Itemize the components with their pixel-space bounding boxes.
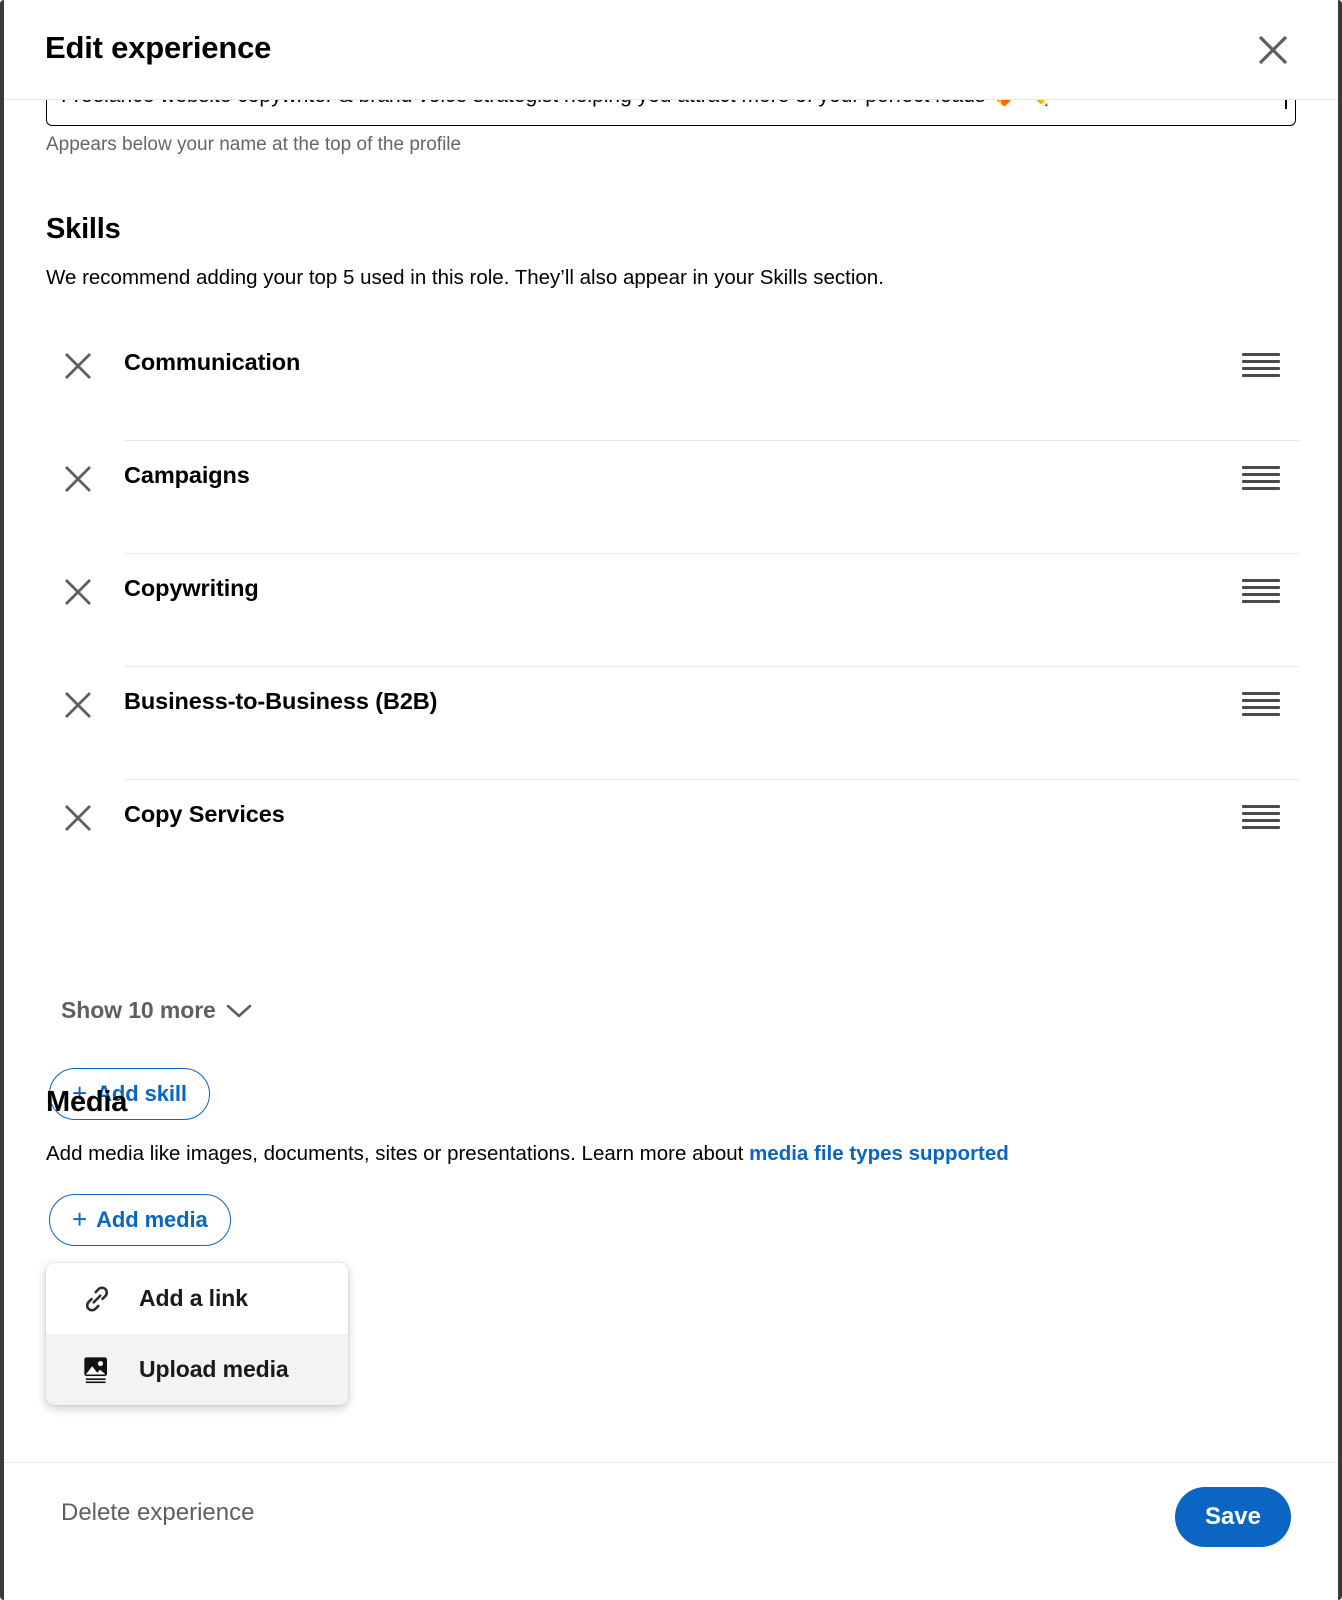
- modal-footer: Delete experience Save: [4, 1462, 1338, 1600]
- remove-skill-button[interactable]: [62, 689, 94, 721]
- table-row: Campaigns: [4, 441, 1338, 554]
- headline-helper-text: Appears below your name at the top of th…: [46, 134, 462, 155]
- close-icon: [65, 692, 91, 718]
- modal-header: Edit experience: [4, 0, 1338, 100]
- drag-handle-icon[interactable]: [1242, 804, 1280, 830]
- link-icon: [80, 1282, 114, 1316]
- headline-input-value: Freelance website copywriter & brand voi…: [61, 100, 1291, 110]
- show-more-skills-button[interactable]: Show 10 more: [61, 997, 252, 1024]
- skills-section-description: We recommend adding your top 5 used in t…: [46, 266, 884, 289]
- remove-skill-button[interactable]: [62, 802, 94, 834]
- table-row: Copy Services: [4, 780, 1338, 893]
- image-icon: [80, 1353, 114, 1387]
- add-media-menu: Add a link Upload media: [46, 1263, 348, 1405]
- modal-right-edge: [1338, 0, 1342, 1600]
- text-caret: [1285, 100, 1287, 109]
- remove-skill-button[interactable]: [62, 576, 94, 608]
- close-icon: [1258, 35, 1288, 65]
- menu-item-add-a-link[interactable]: Add a link: [46, 1263, 348, 1334]
- remove-skill-button[interactable]: [62, 350, 94, 382]
- table-row: Copywriting: [4, 554, 1338, 667]
- media-description-text: Add media like images, documents, sites …: [46, 1142, 750, 1165]
- plus-icon: +: [72, 1204, 88, 1234]
- media-section-title: Media: [46, 1086, 128, 1118]
- show-more-label: Show 10 more: [61, 997, 216, 1023]
- drag-handle-icon[interactable]: [1242, 578, 1280, 604]
- skills-list: Communication Campaigns Copywriting Busi…: [4, 328, 1338, 893]
- media-file-types-link[interactable]: media file types supported: [749, 1142, 1009, 1165]
- table-row: Business-to-Business (B2B): [4, 667, 1338, 780]
- skill-name: Copy Services: [124, 801, 285, 827]
- menu-item-label: Upload media: [139, 1356, 289, 1382]
- table-row: Communication: [4, 328, 1338, 441]
- drag-handle-icon[interactable]: [1242, 691, 1280, 717]
- skills-section-title: Skills: [46, 213, 121, 245]
- close-icon: [65, 805, 91, 831]
- skill-name: Business-to-Business (B2B): [124, 688, 438, 714]
- headline-input[interactable]: Freelance website copywriter & brand voi…: [46, 100, 1296, 126]
- menu-item-upload-media[interactable]: Upload media: [46, 1334, 348, 1405]
- menu-item-label: Add a link: [139, 1285, 248, 1311]
- media-section-description: Add media like images, documents, sites …: [46, 1142, 1009, 1166]
- skill-name: Copywriting: [124, 575, 259, 601]
- drag-handle-icon[interactable]: [1242, 352, 1280, 378]
- close-icon: [65, 353, 91, 379]
- skill-name: Campaigns: [124, 462, 250, 488]
- edit-experience-modal: Edit experience Freelance website copywr…: [0, 0, 1342, 1600]
- drag-handle-icon[interactable]: [1242, 465, 1280, 491]
- save-button[interactable]: Save: [1174, 1487, 1291, 1547]
- delete-experience-button[interactable]: Delete experience: [61, 1499, 254, 1527]
- remove-skill-button[interactable]: [62, 463, 94, 495]
- add-media-label: Add media: [96, 1207, 208, 1232]
- close-icon: [65, 579, 91, 605]
- chevron-down-icon: [226, 1004, 252, 1017]
- page-title: Edit experience: [45, 30, 272, 65]
- modal-body: Freelance website copywriter & brand voi…: [4, 100, 1338, 1462]
- close-icon: [65, 466, 91, 492]
- close-button[interactable]: [1255, 32, 1291, 68]
- skill-name: Communication: [124, 349, 301, 375]
- add-media-button[interactable]: + Add media: [49, 1194, 231, 1246]
